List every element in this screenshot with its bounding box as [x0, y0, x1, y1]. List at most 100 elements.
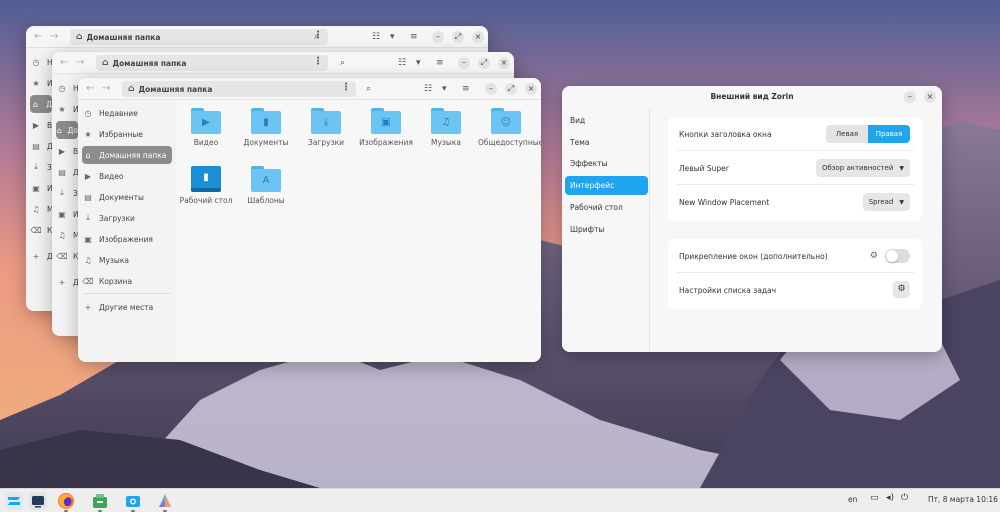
sidebar-item[interactable]: ★ И: [30, 74, 52, 92]
sidebar-item[interactable]: ◷ Н: [30, 53, 53, 71]
path-label: Домашняя папка: [112, 58, 187, 68]
hamburger-menu-icon[interactable]: ≡: [436, 57, 444, 69]
path-bar[interactable]: ⌂ Домашняя папка ⋮: [122, 81, 356, 97]
sidebar-item[interactable]: ⤓ З: [30, 158, 52, 176]
titlebar-right-option[interactable]: Правая: [868, 125, 910, 143]
minimize-icon[interactable]: –: [458, 57, 470, 69]
folder-item-desktop[interactable]: ▮ Рабочий стол: [178, 166, 234, 205]
chevron-down-icon[interactable]: ▾: [390, 31, 395, 43]
sidebar-item-downloads[interactable]: ⤓ Загрузки: [82, 209, 172, 227]
titlebar-buttons-toggle[interactable]: Левая Правая: [826, 125, 910, 143]
forward-arrow-icon[interactable]: →: [102, 83, 110, 95]
firefox-icon[interactable]: [57, 492, 75, 510]
documents-folder-icon: ▮: [251, 108, 281, 134]
tiling-toggle[interactable]: [885, 249, 910, 263]
power-icon[interactable]: ⏻: [901, 493, 908, 503]
kebab-menu-icon[interactable]: ⋮: [313, 56, 323, 67]
left-super-dropdown[interactable]: Обзор активностей ▼: [815, 159, 910, 177]
folder-item-public[interactable]: ☺ Общедоступные: [478, 108, 541, 147]
software-store-icon[interactable]: [91, 492, 109, 510]
sidebar-item[interactable]: ▤ Д: [30, 137, 53, 155]
maximize-icon[interactable]: ⤢: [505, 83, 517, 95]
forward-arrow-icon[interactable]: →: [50, 31, 58, 43]
music-icon: ♫: [84, 255, 92, 265]
forward-arrow-icon[interactable]: →: [76, 57, 84, 69]
window-placement-dropdown[interactable]: Spread ▼: [862, 193, 910, 211]
sidebar-item-trash[interactable]: ⌫ Корзина: [82, 272, 172, 290]
titlebar-left-option[interactable]: Левая: [826, 125, 868, 143]
chevron-down-icon[interactable]: ▾: [416, 57, 421, 69]
file-grid: ▶ Видео ▮ Документы ⤓ Загрузки ▣ Изображ…: [176, 100, 541, 362]
close-icon[interactable]: ×: [498, 57, 510, 69]
search-icon[interactable]: ⌕: [366, 83, 371, 95]
appearance-window[interactable]: Внешний вид Zorin – × Вид Тема Эффекты И…: [562, 86, 942, 352]
language-indicator[interactable]: en: [848, 495, 857, 504]
setting-row-tiling: Прикрепление окон (дополнительно) ⚙: [668, 239, 922, 273]
kebab-menu-icon[interactable]: ⋮: [341, 82, 351, 93]
path-bar[interactable]: ⌂ Домашняя папка ⋮: [70, 29, 328, 45]
appearance-tab-desktop[interactable]: Рабочий стол: [565, 198, 648, 217]
desktop-folder-icon: ▮: [191, 166, 221, 192]
folder-item-pictures[interactable]: ▣ Изображения: [358, 108, 414, 147]
sidebar-item[interactable]: + Д: [30, 247, 53, 265]
sidebar-item-recent[interactable]: ◷ Недавние: [82, 104, 172, 122]
minimize-icon[interactable]: –: [904, 91, 916, 103]
minimize-icon[interactable]: –: [432, 31, 444, 43]
folder-item-music[interactable]: ♫ Музыка: [418, 108, 474, 147]
minimize-icon[interactable]: –: [485, 83, 497, 95]
appearance-tab-interface[interactable]: Интерфейс: [565, 176, 648, 195]
appearance-icon[interactable]: [156, 492, 174, 510]
close-icon[interactable]: ×: [924, 91, 936, 103]
search-icon[interactable]: ⌕: [314, 31, 319, 43]
search-icon[interactable]: ⌕: [340, 57, 345, 69]
appearance-tab-effects[interactable]: Эффекты: [565, 154, 648, 173]
public-folder-icon: ☺: [491, 108, 521, 134]
sidebar-item-starred[interactable]: ★ Избранные: [82, 125, 172, 143]
maximize-icon[interactable]: ⤢: [478, 57, 490, 69]
folder-item-downloads[interactable]: ⤓ Загрузки: [298, 108, 354, 147]
files-icon[interactable]: [124, 492, 142, 510]
back-arrow-icon[interactable]: ←: [60, 57, 68, 69]
sidebar-item-other-locations[interactable]: + Другие места: [82, 298, 172, 316]
back-arrow-icon[interactable]: ←: [86, 83, 94, 95]
folder-item-documents[interactable]: ▮ Документы: [238, 108, 294, 147]
setting-row-titlebar-buttons: Кнопки заголовка окна Левая Правая: [668, 117, 922, 151]
workspaces-icon[interactable]: [29, 492, 47, 510]
display-icon[interactable]: ▭: [870, 493, 879, 503]
hamburger-menu-icon[interactable]: ≡: [462, 83, 470, 95]
datetime-label[interactable]: Пт, 8 марта 10:16: [928, 495, 998, 504]
sidebar-item-active[interactable]: ⌂ До: [56, 121, 78, 139]
file-manager-window[interactable]: ← → ⌂ Домашняя папка ⋮ ⌕ ☷ ▾ ≡ – ⤢ × ◷ Не…: [78, 78, 541, 362]
maximize-icon[interactable]: ⤢: [452, 31, 464, 43]
view-list-icon[interactable]: ☷: [372, 31, 380, 43]
gear-icon[interactable]: ⚙: [870, 251, 878, 261]
close-icon[interactable]: ×: [525, 83, 537, 95]
setting-row-left-super: Левый Super Обзор активностей ▼: [668, 151, 922, 185]
appearance-tab-fonts[interactable]: Шрифты: [565, 220, 648, 239]
sidebar-item-pictures[interactable]: ▣ Изображения: [82, 230, 172, 248]
home-icon: ⌂: [128, 84, 135, 94]
folder-item-videos[interactable]: ▶ Видео: [178, 108, 234, 147]
path-bar[interactable]: ⌂ Домашняя папка ⋮: [96, 55, 328, 71]
sidebar-item[interactable]: ▣ И: [30, 179, 52, 197]
sidebar-item-documents[interactable]: ▤ Документы: [82, 188, 172, 206]
sidebar-item-home[interactable]: ⌂ Домашняя папка: [82, 146, 172, 164]
view-list-icon[interactable]: ☷: [424, 83, 432, 95]
sidebar-item-videos[interactable]: ▶ Видео: [82, 167, 172, 185]
sidebar-item[interactable]: ♫ М: [30, 200, 53, 218]
hamburger-menu-icon[interactable]: ≡: [410, 31, 418, 43]
back-arrow-icon[interactable]: ←: [34, 31, 42, 43]
view-list-icon[interactable]: ☷: [398, 57, 406, 69]
chevron-down-icon[interactable]: ▾: [442, 83, 447, 95]
folder-item-templates[interactable]: A Шаблоны: [238, 166, 294, 205]
volume-icon[interactable]: ◂): [886, 493, 894, 503]
sidebar-item-music[interactable]: ♫ Музыка: [82, 251, 172, 269]
tasklist-settings-button[interactable]: ⚙: [893, 281, 910, 298]
path-label: Домашняя папка: [86, 32, 161, 42]
close-icon[interactable]: ×: [472, 31, 484, 43]
appearance-tab-view[interactable]: Вид: [565, 111, 648, 130]
zorin-menu-icon[interactable]: [5, 492, 23, 510]
sidebar-divider: [84, 293, 170, 294]
sidebar-item-active[interactable]: ⌂ Д: [30, 95, 52, 113]
appearance-tab-theme[interactable]: Тема: [565, 133, 648, 152]
